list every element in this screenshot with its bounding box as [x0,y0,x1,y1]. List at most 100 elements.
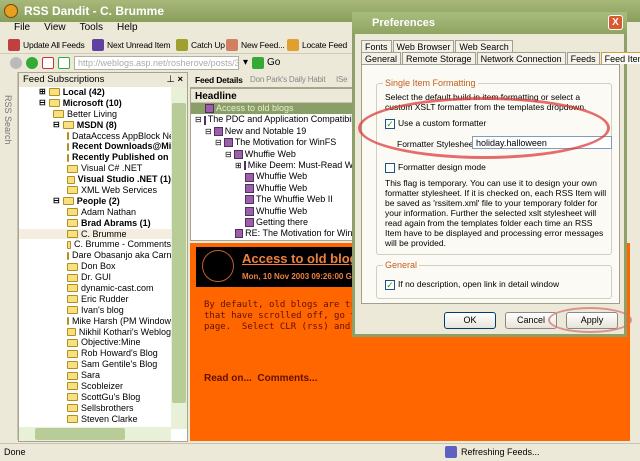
expand-icon[interactable]: ⊞ [235,160,242,171]
tab-feed-details[interactable]: Feed Details [195,75,243,85]
collapse-icon[interactable]: ⊟ [215,137,222,148]
tree-vertical-scrollbar[interactable] [171,87,187,429]
checkbox-checked-icon[interactable]: ✓ [385,279,395,290]
feed-tree-item[interactable]: Adam Nathan [19,207,171,218]
feed-tree-item[interactable]: XML Web Services [19,185,171,196]
tab-network-connection[interactable]: Network Connection [476,52,566,64]
menu-file[interactable]: File [14,22,30,36]
forward-icon[interactable] [26,56,38,69]
folder-icon [62,197,74,206]
headline-row[interactable]: ⊟ The PDC and Application Compatibility, … [191,114,364,125]
menu-tools[interactable]: Tools [80,22,103,36]
feed-tree-item[interactable]: Dare Obasanjo aka Carnage4Life [19,250,171,261]
feed-tree-item[interactable]: Sellsbrothers [19,403,171,414]
tab-web-browser[interactable]: Web Browser [392,40,455,52]
collapse-icon[interactable]: ⊟ [225,149,232,160]
checkbox-unchecked-icon[interactable] [385,162,395,173]
feed-tree-item[interactable]: Eric Rudder [19,294,171,305]
feed-tree-item[interactable]: Brad Abrams (1) [19,218,171,229]
pin-icon[interactable]: ⊥ [167,74,175,85]
feed-tree-item[interactable]: DataAccess AppBlock News [19,131,171,142]
headline-row[interactable]: ⊞ Mike Deem: Must-Read WinFS [191,160,364,171]
headline-row[interactable]: ⊟ The Motivation for WinFS [191,137,364,148]
url-input[interactable]: http://weblogs.asp.net/rosherove/posts/3… [74,55,239,70]
menu-view[interactable]: View [44,22,66,36]
headline-row[interactable]: ⊟ Whuffie Web [191,149,364,160]
folder-icon [53,110,64,119]
next-unread-button[interactable]: Next Unread Item [92,39,171,51]
comments-link[interactable]: Comments... [257,373,317,384]
feed-tree-item[interactable]: Nikhil Kothari's Weblog [19,327,171,338]
preview-title-link[interactable]: Access to old blogs [242,251,365,266]
headline-row[interactable]: Whuffie Web [191,171,364,182]
feed-tree-item[interactable]: Steven Clarke [19,414,171,425]
tree-horizontal-scrollbar[interactable] [19,427,171,441]
locate-feed-button[interactable]: Locate Feed [287,39,347,51]
stop-icon[interactable] [42,56,54,69]
collapse-icon[interactable]: ⊟ [53,196,60,207]
feed-tree-item[interactable]: dynamic-cast.com [19,283,171,294]
headline-row[interactable]: Whuffie Web [191,183,364,194]
back-icon[interactable] [10,56,22,69]
feed-tree-item[interactable]: ScottGu's Blog [19,392,171,403]
feed-tree-item[interactable]: Mike Harsh (PM Windows Forms) [19,316,171,327]
tab-general[interactable]: General [361,52,402,64]
headline-column-header[interactable]: Headline [191,89,364,103]
rss-search-tab[interactable]: RSS Search [3,95,13,145]
headline-row[interactable]: Whuffie Web [191,206,364,217]
feed-tree-item[interactable]: Recently Published on MSDN [19,152,171,163]
ok-button[interactable]: OK [444,312,496,329]
menu-help[interactable]: Help [117,22,138,36]
feed-tree-item[interactable]: Ivan's blog [19,305,171,316]
scroll-thumb[interactable] [172,103,186,403]
feed-tree-item[interactable]: Visual C# .NET [19,163,171,174]
collapse-icon[interactable]: ⊟ [53,120,60,131]
feed-tree-item[interactable]: Objective:Mine [19,337,171,348]
feed-tree-item[interactable]: C. Brumme - Comments [19,239,171,250]
collapse-icon[interactable]: ⊟ [195,114,202,125]
scroll-thumb[interactable] [35,428,125,440]
headline-row[interactable]: The Whuffie Web II [191,194,364,205]
tab-feeds[interactable]: Feeds [566,52,600,64]
close-icon[interactable]: X [608,15,623,30]
tab-feed-items[interactable]: Feed Items [600,52,640,64]
new-feed-button[interactable]: New Feed... [226,39,285,51]
feed-tree-item[interactable]: Scobleizer [19,381,171,392]
no-description-checkbox[interactable]: ✓ If no description, open link in detail … [385,279,559,290]
read-on-link[interactable]: Read on... [204,373,252,384]
update-all-feeds-button[interactable]: Update All Feeds [8,39,85,51]
collapse-icon[interactable]: ⊟ [39,98,46,109]
feed-tree-item[interactable]: Visual Studio .NET (1) [19,174,171,185]
tab-ise[interactable]: ISe [336,75,348,84]
design-mode-checkbox[interactable]: Formatter design mode [385,162,486,173]
tab-web-search[interactable]: Web Search [455,40,513,52]
feed-label: Microsoft (10) [62,97,122,108]
catch-up-button[interactable]: Catch Up [176,39,225,51]
go-button[interactable]: Go [252,56,280,69]
folder-icon [67,240,71,249]
feed-tree-item[interactable]: Recent Downloads@Microsoft [19,141,171,152]
feed-tree-item[interactable]: ⊞ Local (42) [19,87,171,98]
feed-tree-item[interactable]: Don Box [19,261,171,272]
headline-row[interactable]: RE: The Motivation for WinFS [191,228,364,239]
close-pane-icon[interactable]: × [177,74,183,85]
headline-row[interactable]: Access to old blogs [191,103,364,115]
tab-don-park[interactable]: Don Park's Daily Habit [250,75,326,84]
feed-tree-item[interactable]: Dr. GUI [19,272,171,283]
feed-tree-item[interactable]: ⊟ Microsoft (10) [19,98,171,109]
refresh-icon[interactable] [58,56,70,69]
url-dropdown-icon[interactable]: ▾ [243,57,248,68]
feed-tree-item[interactable]: ⊟ MSDN (8) [19,120,171,131]
expand-icon[interactable]: ⊞ [39,87,46,98]
tab-remote-storage[interactable]: Remote Storage [402,52,476,64]
feed-tree-item[interactable]: Rob Howard's Blog [19,348,171,359]
feed-tree-item[interactable]: Sara [19,370,171,381]
feed-tree-item[interactable]: C. Brumme [19,228,171,240]
feed-tree-item[interactable]: Sam Gentile's Blog [19,359,171,370]
tab-fonts[interactable]: Fonts [361,40,392,52]
feed-tree-item[interactable]: ⊟ People (2) [19,196,171,207]
feed-tree-item[interactable]: Better Living [19,109,171,120]
headline-row[interactable]: ⊟ New and Notable 19 [191,126,364,137]
headline-row[interactable]: Getting there [191,217,364,228]
collapse-icon[interactable]: ⊟ [205,126,212,137]
